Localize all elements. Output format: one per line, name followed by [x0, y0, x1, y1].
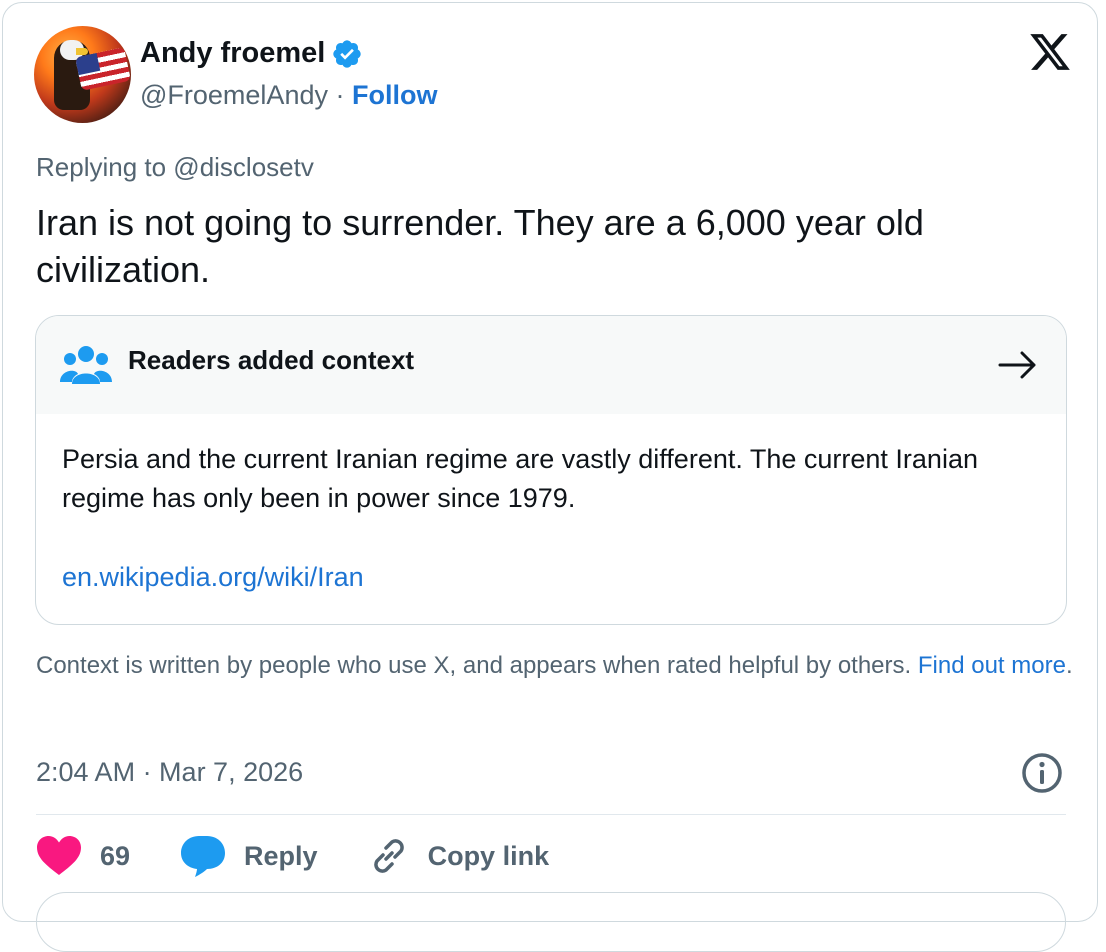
author-name[interactable]: Andy froemel	[140, 37, 325, 70]
arrow-right-icon[interactable]	[998, 350, 1038, 380]
tweet-actions-bar: 69 Reply Copy link	[36, 830, 599, 882]
reply-button[interactable]: Reply	[180, 834, 318, 878]
community-note-card[interactable]: Readers added context Persia and the cur…	[35, 315, 1067, 625]
author-name-row: Andy froemel	[140, 37, 363, 70]
verified-badge-icon	[333, 39, 361, 68]
read-replies-button[interactable]	[36, 892, 1066, 952]
actions-divider	[36, 814, 1066, 815]
speech-bubble-icon	[181, 836, 226, 877]
disclaimer-text: Context is written by people who use X, …	[36, 652, 918, 679]
readers-group-icon	[60, 346, 112, 384]
community-note-title: Readers added context	[128, 345, 415, 375]
replying-to-text: Replying to @disclosetv	[36, 152, 314, 182]
author-avatar[interactable]	[34, 26, 131, 123]
author-handle[interactable]: @FroemelAndy	[140, 80, 328, 110]
community-note-body: Persia and the current Iranian regime ar…	[62, 444, 978, 513]
link-icon	[373, 839, 404, 873]
community-note-source-link[interactable]: en.wikipedia.org/wiki/Iran	[62, 562, 364, 593]
like-count: 69	[100, 840, 131, 871]
info-circle-icon[interactable]	[1020, 751, 1064, 795]
disclaimer-period: .	[1065, 652, 1073, 679]
heart-icon	[37, 836, 81, 875]
copy-link-button[interactable]: Copy link	[368, 835, 550, 877]
tweet-timestamp[interactable]: 2:04 AM · Mar 7, 2026	[36, 757, 303, 788]
follow-button[interactable]: Follow	[352, 80, 437, 110]
x-logo-icon[interactable]	[1028, 30, 1072, 74]
like-button[interactable]: 69	[36, 835, 130, 877]
handle-separator: ·	[327, 80, 352, 110]
find-out-more-link[interactable]: Find out more	[918, 652, 1066, 679]
community-note-header[interactable]: Readers added context	[36, 316, 1066, 414]
reply-label: Reply	[244, 840, 318, 871]
author-handle-row: @FroemelAndy · Follow	[140, 80, 437, 111]
copy-link-label: Copy link	[427, 840, 550, 871]
context-disclaimer: Context is written by people who use X, …	[36, 650, 1076, 682]
tweet-text: Iran is not going to surrender. They are…	[36, 202, 924, 290]
